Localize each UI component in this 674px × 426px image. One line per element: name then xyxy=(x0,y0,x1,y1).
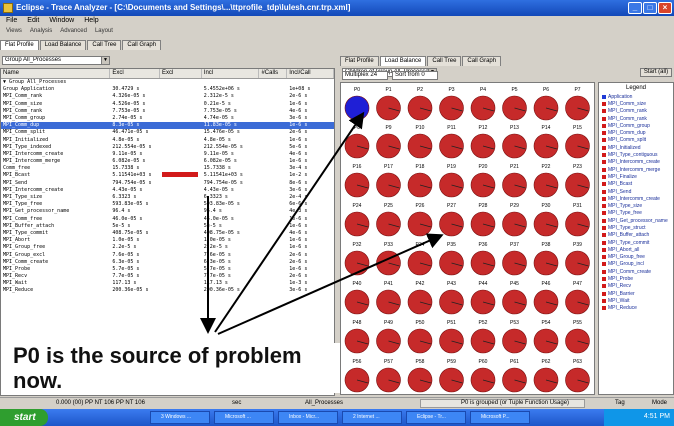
status-tag: Tag xyxy=(615,400,625,406)
status-left: 0.000 (00) PP NT 106 PP NT 106 xyxy=(56,400,145,406)
taskbar-task[interactable]: Inbox - Micr... xyxy=(278,411,338,424)
status-mode: Mode xyxy=(652,400,668,406)
taskbar-task[interactable]: 3 Windows ... xyxy=(150,411,210,424)
clock: 4:51 PM xyxy=(643,413,670,420)
start-label: start xyxy=(14,412,36,423)
taskbar-task[interactable]: Microsoft P... xyxy=(470,411,530,424)
arrow-to-p0 xyxy=(214,111,365,333)
taskbar-task[interactable]: Microsoft ... xyxy=(214,411,274,424)
taskbar-task[interactable]: Eclipse - Tr... xyxy=(406,411,466,424)
system-tray: 4:51 PM xyxy=(604,409,674,426)
status-mid: sec xyxy=(232,400,242,406)
status-right: P0 is grouped (or Tuple Function Usage) xyxy=(461,400,570,406)
start-menu-button[interactable]: start xyxy=(0,409,48,426)
status-mid2: All_Processes xyxy=(305,400,344,406)
arrow-overlay xyxy=(200,111,444,335)
status-bar: 0.000 (00) PP NT 106 PP NT 106 sec All_P… xyxy=(0,397,674,409)
arrow-to-p27 xyxy=(217,233,444,335)
taskbar-task[interactable]: 2 Internet ... xyxy=(342,411,402,424)
status-message-box: P0 is grouped (or Tuple Function Usage) xyxy=(420,399,585,408)
taskbar: start 3 Windows ... Microsoft ... Inbox - … xyxy=(0,409,674,426)
